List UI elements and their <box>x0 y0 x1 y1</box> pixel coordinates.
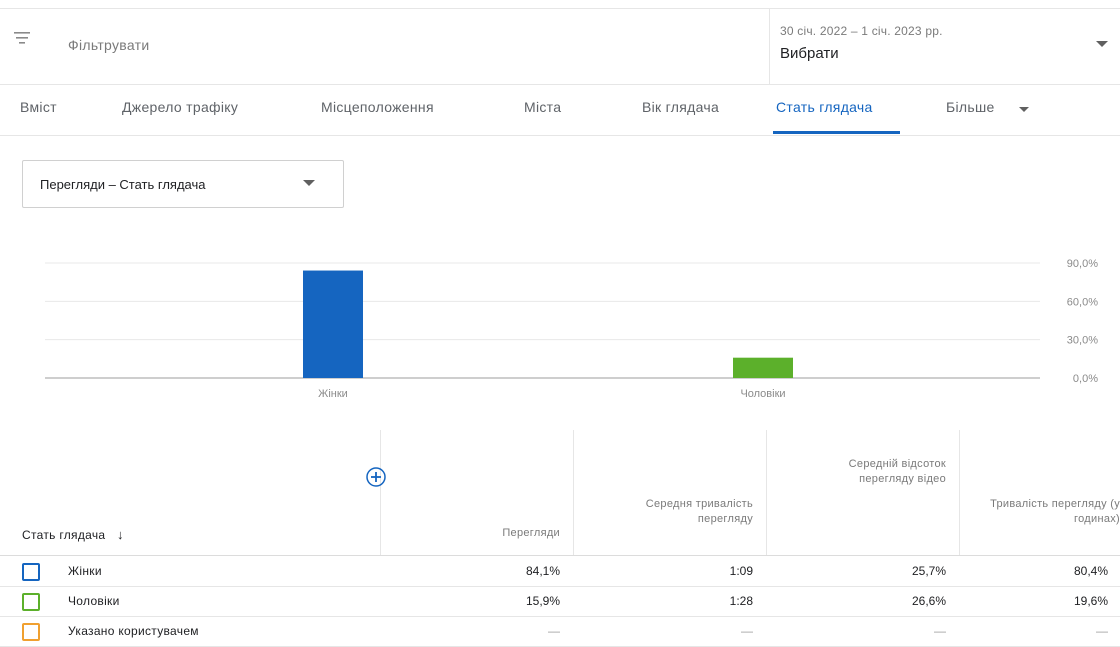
date-select-label[interactable]: Вибрати <box>780 45 839 62</box>
y-tick-label: 90,0% <box>1067 258 1098 270</box>
row-checkbox[interactable] <box>22 593 40 611</box>
tab-traffic-source[interactable]: Джерело трафіку <box>122 99 238 115</box>
table-cell: — <box>1096 624 1108 638</box>
table-cell: 1:09 <box>729 564 753 578</box>
column-divider <box>766 430 767 556</box>
chevron-down-icon[interactable] <box>1096 41 1108 47</box>
dropdown-chevron-icon[interactable] <box>303 180 315 186</box>
row-checkbox[interactable] <box>22 563 40 581</box>
y-tick-label: 60,0% <box>1067 296 1098 308</box>
table-cell: — <box>741 624 753 638</box>
column-divider <box>573 430 574 556</box>
table-cell: 1:28 <box>729 594 753 608</box>
tab-viewer-age[interactable]: Вік глядача <box>642 99 719 115</box>
table-cell: — <box>934 624 946 638</box>
tab-viewer-gender[interactable]: Стать глядача <box>776 99 873 115</box>
date-range-text: 30 січ. 2022 – 1 січ. 2023 рр. <box>780 24 943 38</box>
column-divider <box>380 430 381 556</box>
tab-geography[interactable]: Місцеположення <box>321 99 434 115</box>
column-header-views[interactable]: Перегляди <box>502 526 560 541</box>
y-tick-label: 30,0% <box>1067 335 1098 347</box>
gender-bar-chart: 0,0% 30,0% 60,0% 90,0% Жінки Чоловіки <box>45 258 1098 400</box>
filter-bar <box>0 8 1120 85</box>
tab-cities[interactable]: Міста <box>524 99 561 115</box>
column-header-watch-time[interactable]: Тривалість перегляду (у годинах) <box>990 497 1120 527</box>
more-chevron-icon[interactable] <box>1019 107 1029 112</box>
tab-more[interactable]: Більше <box>946 99 995 115</box>
column-header-gender[interactable]: Стать глядача ↓ <box>22 527 124 543</box>
tab-content[interactable]: Вміст <box>20 99 57 115</box>
table-cell: — <box>548 624 560 638</box>
row-label: Жінки <box>68 564 102 578</box>
bar-women[interactable] <box>303 270 363 378</box>
column-divider <box>959 430 960 556</box>
row-divider <box>0 616 1120 617</box>
table-cell: 26,6% <box>911 594 946 608</box>
row-label: Указано користувачем <box>68 624 199 638</box>
add-column-icon[interactable] <box>365 466 387 488</box>
x-category-label: Жінки <box>318 388 348 400</box>
row-divider <box>0 586 1120 587</box>
table-cell: 80,4% <box>1073 564 1108 578</box>
table-header-divider <box>0 555 1120 556</box>
bar-men[interactable] <box>733 357 793 378</box>
sort-arrow-down-icon[interactable]: ↓ <box>117 527 124 542</box>
table-cell: 84,1% <box>525 564 560 578</box>
table-cell: 15,9% <box>525 594 560 608</box>
row-checkbox[interactable] <box>22 623 40 641</box>
filter-icon[interactable] <box>12 28 32 48</box>
row-label: Чоловіки <box>68 594 120 608</box>
metric-dropdown-label: Перегляди – Стать глядача <box>40 177 206 192</box>
x-category-label: Чоловіки <box>740 388 785 400</box>
y-tick-label: 0,0% <box>1073 373 1098 385</box>
column-header-avg-duration[interactable]: Середня тривалість перегляду <box>603 497 753 527</box>
table-cell: 25,7% <box>911 564 946 578</box>
active-tab-indicator <box>773 131 900 134</box>
table-cell: 19,6% <box>1073 594 1108 608</box>
filter-input[interactable]: Фільтрувати <box>68 37 149 53</box>
column-header-avg-percent[interactable]: Середній відсоток перегляду відео <box>836 457 946 487</box>
